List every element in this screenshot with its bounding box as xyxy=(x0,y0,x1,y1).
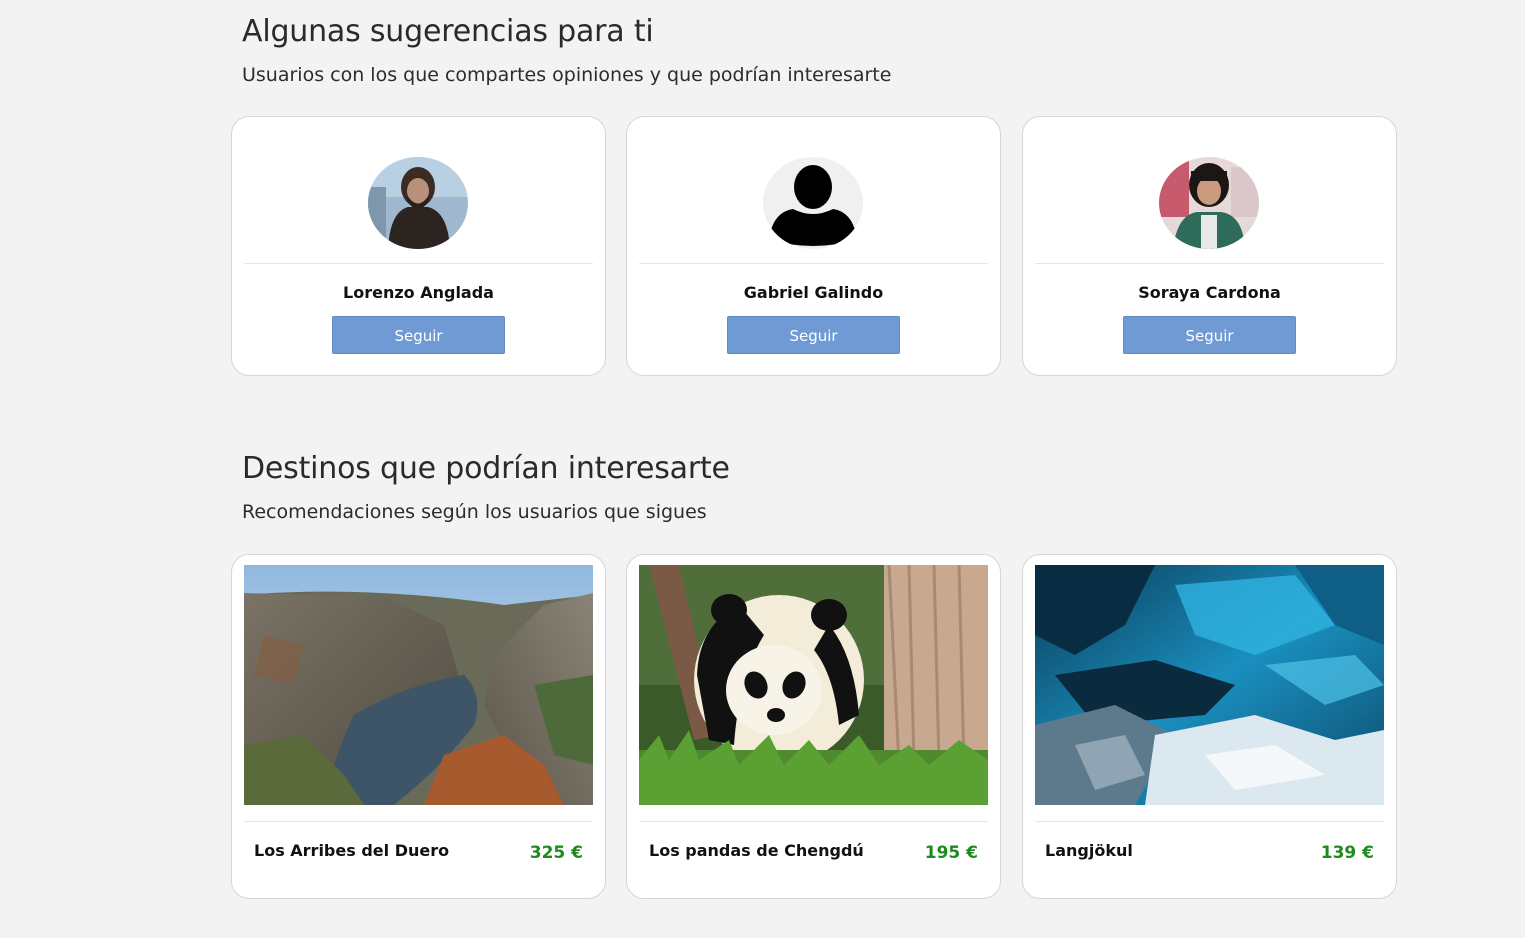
user-card: Soraya Cardona Seguir xyxy=(1022,116,1397,376)
card-divider xyxy=(639,263,988,264)
destination-card[interactable]: Los pandas de Chengdú 195 € xyxy=(626,554,1001,899)
user-card: Lorenzo Anglada Seguir xyxy=(231,116,606,376)
destination-name: Los pandas de Chengdú xyxy=(649,841,864,860)
card-divider xyxy=(639,821,988,822)
user-avatar[interactable] xyxy=(368,157,468,249)
card-divider xyxy=(1035,821,1384,822)
card-divider xyxy=(1035,263,1384,264)
destination-price: 195 € xyxy=(924,843,978,863)
follow-button[interactable]: Seguir xyxy=(727,316,900,354)
card-divider xyxy=(244,821,593,822)
destination-name: Los Arribes del Duero xyxy=(254,841,450,860)
user-avatar[interactable] xyxy=(1159,157,1259,249)
destinations-subtitle: Recomendaciones según los usuarios que s… xyxy=(242,501,707,523)
card-divider xyxy=(244,263,593,264)
follow-button[interactable]: Seguir xyxy=(332,316,505,354)
user-name: Soraya Cardona xyxy=(1138,283,1281,302)
suggestions-title: Algunas sugerencias para ti xyxy=(242,14,654,49)
destinations-title: Destinos que podrían interesarte xyxy=(242,451,730,486)
user-name: Gabriel Galindo xyxy=(743,283,884,302)
follow-button[interactable]: Seguir xyxy=(1123,316,1296,354)
destination-price: 139 € xyxy=(1320,843,1374,863)
destination-price: 325 € xyxy=(529,843,583,863)
user-avatar[interactable] xyxy=(763,157,863,249)
user-name: Lorenzo Anglada xyxy=(343,283,494,302)
destination-name: Langjökul xyxy=(1045,841,1133,860)
suggestions-subtitle: Usuarios con los que compartes opiniones… xyxy=(242,64,892,86)
destination-image[interactable] xyxy=(639,565,988,805)
destination-card[interactable]: Langjökul 139 € xyxy=(1022,554,1397,899)
destination-image[interactable] xyxy=(244,565,593,805)
destination-image[interactable] xyxy=(1035,565,1384,805)
destination-card[interactable]: Los Arribes del Duero 325 € xyxy=(231,554,606,899)
user-card: Gabriel Galindo Seguir xyxy=(626,116,1001,376)
